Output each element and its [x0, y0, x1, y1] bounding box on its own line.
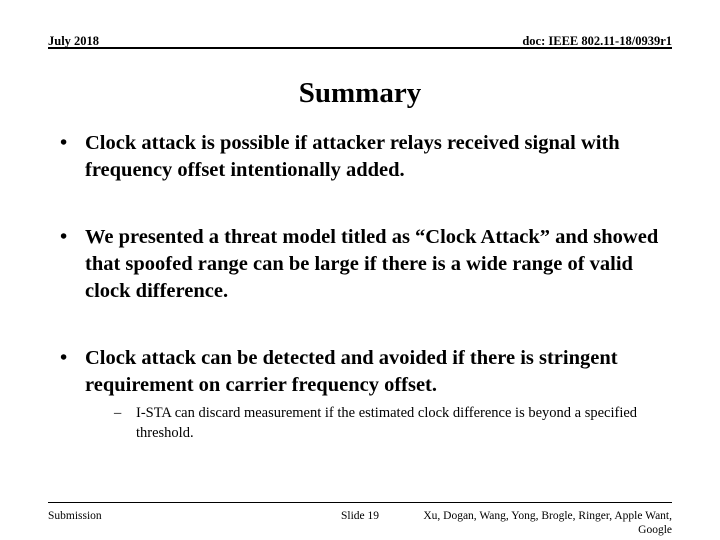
bullet-item: • We presented a threat model titled as … — [52, 224, 674, 305]
slide-content: • Clock attack is possible if attacker r… — [52, 130, 674, 443]
sub-bullet-text: I-STA can discard measurement if the est… — [136, 405, 638, 441]
header-document-id: doc: IEEE 802.11-18/0939r1 — [522, 34, 672, 48]
bullet-marker-icon: • — [60, 347, 68, 369]
header-divider — [48, 47, 672, 49]
bullet-item: • Clock attack can be detected and avoid… — [52, 345, 674, 399]
footer-authors: Xu, Dogan, Wang, Yong, Brogle, Ringer, A… — [423, 510, 672, 536]
bullet-item: • Clock attack is possible if attacker r… — [52, 130, 674, 184]
slide-header: July 2018 doc: IEEE 802.11-18/0939r1 — [48, 30, 672, 48]
header-date: July 2018 — [48, 34, 100, 48]
slide: July 2018 doc: IEEE 802.11-18/0939r1 Sum… — [0, 0, 720, 540]
footer-divider — [48, 502, 672, 503]
footer-submission-label: Submission — [48, 510, 102, 522]
slide-footer: Submission Slide 19 Xu, Dogan, Wang, Yon… — [48, 509, 672, 537]
bullet-text: We presented a threat model titled as “C… — [85, 226, 659, 302]
bullet-text: Clock attack is possible if attacker rel… — [85, 132, 620, 181]
dash-marker-icon: – — [114, 405, 122, 421]
bullet-text: Clock attack can be detected and avoided… — [85, 347, 618, 396]
bullet-marker-icon: • — [60, 132, 68, 154]
bullet-marker-icon: • — [60, 226, 68, 248]
page-title: Summary — [298, 77, 422, 109]
sub-bullet-item: – I-STA can discard measurement if the e… — [114, 403, 674, 443]
